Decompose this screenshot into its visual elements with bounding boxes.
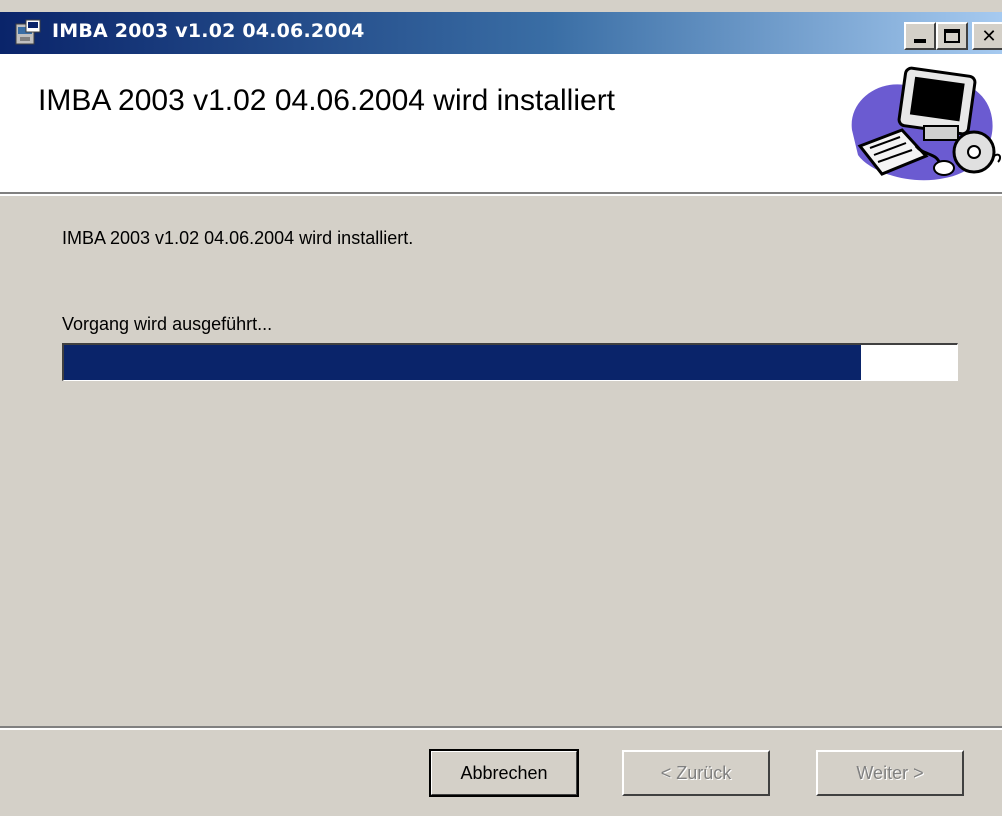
progress-fill xyxy=(64,345,862,380)
installer-icon xyxy=(14,18,44,48)
action-text: Vorgang wird ausgeführt... xyxy=(62,314,273,334)
computer-clipart-icon xyxy=(840,60,1002,186)
close-button[interactable]: ✕ xyxy=(972,22,1002,50)
maximize-button[interactable] xyxy=(936,22,968,50)
installer-window: IMBA 2003 v1.02 04.06.2004 ✕ IMBA 2003 v… xyxy=(0,0,1002,816)
footer-divider-highlight xyxy=(0,728,1002,730)
next-button[interactable]: Weiter > xyxy=(816,750,964,796)
status-text: IMBA 2003 v1.02 04.06.2004 wird installi… xyxy=(62,228,414,248)
minimize-button[interactable] xyxy=(904,22,936,50)
page-title: IMBA 2003 v1.02 04.06.2004 wird installi… xyxy=(38,84,616,117)
cancel-button[interactable]: Abbrechen xyxy=(429,749,579,797)
back-button[interactable]: < Zurück xyxy=(622,750,770,796)
header-banner: IMBA 2003 v1.02 04.06.2004 wird installi… xyxy=(0,54,1002,192)
minimize-icon xyxy=(914,39,926,43)
maximize-icon xyxy=(944,29,960,43)
title-bar[interactable]: IMBA 2003 v1.02 04.06.2004 ✕ xyxy=(0,12,1002,54)
progress-bar xyxy=(62,343,958,381)
banner-divider-highlight xyxy=(0,194,1002,196)
window-title: IMBA 2003 v1.02 04.06.2004 xyxy=(52,20,365,42)
close-icon: ✕ xyxy=(981,25,997,47)
